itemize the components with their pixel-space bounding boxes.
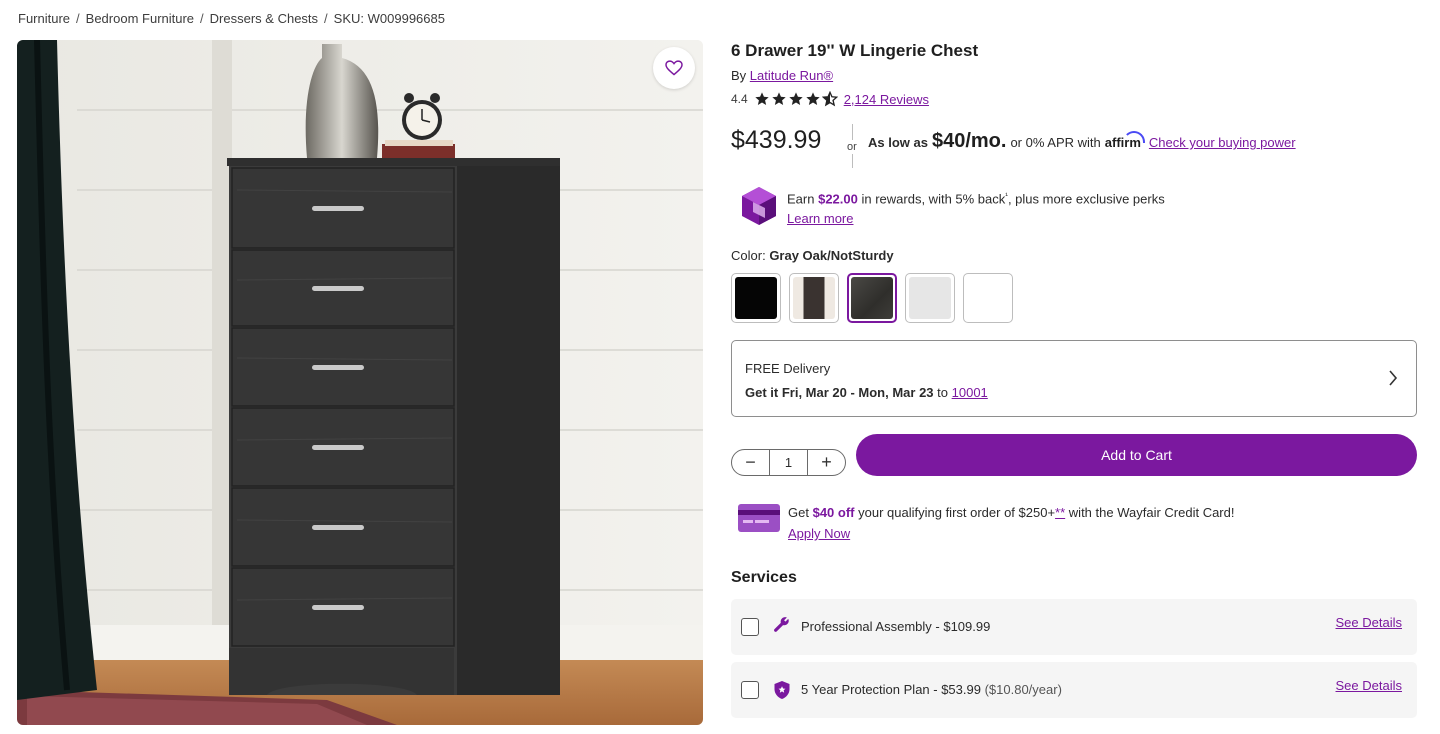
rewards-banner: Earn $22.00 in rewards, with 5% back¹, p… [741,186,1165,229]
swatch-gray-oak[interactable] [847,273,897,323]
protection-see-details-link[interactable]: See Details [1336,678,1402,693]
rewards-text: Earn $22.00 in rewards, with 5% back¹, p… [787,186,1165,229]
product-photo-illustration [17,40,703,725]
product-image[interactable] [17,40,703,725]
credit-discount: $40 off [812,505,855,520]
delivery-window: Get it Fri, Mar 20 - Mon, Mar 23 [745,385,934,400]
rating-row: 4.4 2,124 Reviews [731,91,929,107]
rewards-desc-2: , plus more exclusive perks [1007,191,1165,207]
credit-footnote-link[interactable]: ** [1055,505,1065,520]
delivery-card[interactable]: FREE Delivery Get it Fri, Mar 20 - Mon, … [731,340,1417,417]
quantity-value[interactable]: 1 [769,450,808,475]
credit-offer-text: Get $40 off your qualifying first order … [788,502,1234,544]
delivery-to: to [937,385,949,400]
color-label: Color: Gray Oak/NotSturdy [731,248,894,263]
delivery-dates: Get it Fri, Mar 20 - Mon, Mar 23 to 1000… [745,385,988,400]
star-full-icon [772,92,786,105]
brand-link[interactable]: Latitude Run® [750,68,833,83]
credit-card-icon [738,504,780,532]
protection-checkbox[interactable] [741,681,759,699]
service-protection: 5 Year Protection Plan - $53.99 ($10.80/… [731,662,1417,718]
product-title: 6 Drawer 19'' W Lingerie Chest [731,41,979,60]
breadcrumb-furniture[interactable]: Furniture [18,11,70,26]
rewards-earn: Earn [787,191,815,207]
color-swatches [731,273,1013,323]
swatch-light-gray[interactable] [905,273,955,323]
color-label-text: Color: [731,248,766,263]
buying-power-link[interactable]: Check your buying power [1149,135,1296,150]
credit-desc-2: with the Wayfair Credit Card! [1068,505,1235,520]
add-to-cart-button[interactable]: Add to Cart [856,434,1417,476]
credit-card-offer: Get $40 off your qualifying first order … [738,502,1234,544]
breadcrumb-separator: / [324,11,328,26]
quantity-stepper: − 1 + [731,449,846,476]
zip-link[interactable]: 10001 [952,385,988,400]
credit-desc: your qualifying first order of $250+ [858,505,1056,520]
breadcrumb-sku: SKU: W009996685 [333,11,445,26]
swatch-photo[interactable] [789,273,839,323]
price: $439.99 [731,126,822,154]
delivery-title: FREE Delivery [745,361,831,376]
star-rating [754,91,838,107]
increase-quantity-button[interactable]: + [808,450,845,475]
swatch-white[interactable] [963,273,1013,323]
protection-label: 5 Year Protection Plan - $53.99 ($10.80/… [801,682,1062,697]
breadcrumb: Furniture / Bedroom Furniture / Dressers… [18,11,445,26]
protection-per-year: ($10.80/year) [984,682,1062,697]
protection-label-text: 5 Year Protection Plan - $53.99 [801,682,981,697]
wrench-icon [774,617,789,632]
apr-text: or 0% APR with [1010,135,1101,150]
shield-icon [774,681,790,699]
breadcrumb-separator: / [200,11,204,26]
services-heading: Services [731,569,797,586]
favorite-button[interactable] [653,47,695,89]
price-row: $439.99 or As low as $40/mo. or 0% APR w… [731,122,1417,168]
star-full-icon [789,92,803,105]
assembly-checkbox[interactable] [741,618,759,636]
star-full-icon [806,92,820,105]
assembly-see-details-link[interactable]: See Details [1336,615,1402,630]
star-full-icon [755,92,769,105]
service-assembly: Professional Assembly - $109.99 See Deta… [731,599,1417,655]
reviews-link[interactable]: 2,124 Reviews [844,92,929,107]
or-label: or [847,140,857,154]
breadcrumb-bedroom-furniture[interactable]: Bedroom Furniture [86,11,194,26]
heart-icon [665,60,683,76]
learn-more-link[interactable]: Learn more [787,211,853,226]
assembly-label: Professional Assembly - $109.99 [801,619,991,634]
selected-color: Gray Oak/NotSturdy [769,248,894,263]
as-low-as-label: As low as [868,135,928,150]
rewards-desc: in rewards, with 5% back [861,191,1006,207]
apply-now-link[interactable]: Apply Now [788,526,850,541]
decrease-quantity-button[interactable]: − [732,450,769,475]
affirm-logo: affirm [1104,131,1146,150]
rewards-amount: $22.00 [818,191,858,207]
swatch-black[interactable] [731,273,781,323]
by-label: By [731,68,747,83]
brand-line: By Latitude Run® [731,68,833,83]
rewards-cube-icon [742,187,776,225]
financing-offer: As low as $40/mo. or 0% APR with affirm … [868,130,1296,153]
breadcrumb-separator: / [76,11,80,26]
credit-get: Get [788,505,809,520]
breadcrumb-dressers-chests[interactable]: Dressers & Chests [210,11,318,26]
rating-value: 4.4 [731,92,748,106]
chevron-right-icon [1389,370,1398,386]
monthly-price: $40/mo. [931,130,1007,152]
star-half-icon [821,91,838,107]
